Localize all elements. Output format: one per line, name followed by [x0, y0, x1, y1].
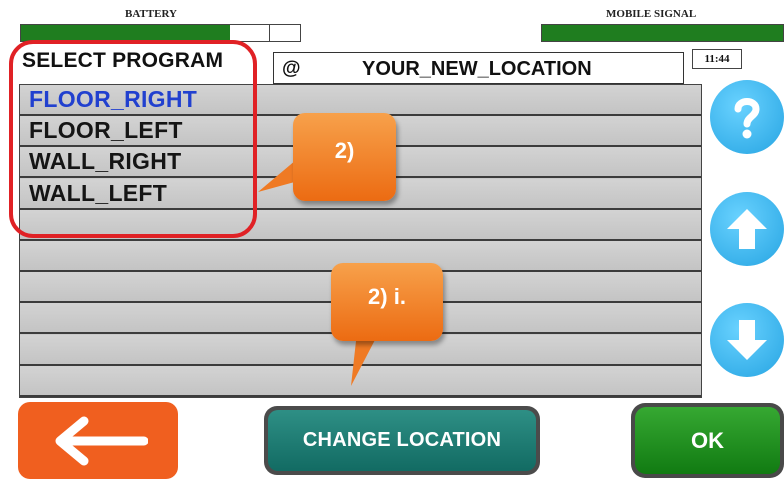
back-button[interactable]	[18, 402, 178, 479]
location-display: @ YOUR_NEW_LOCATION	[273, 52, 684, 84]
program-list-row[interactable]	[20, 365, 701, 397]
program-list-row[interactable]: FLOOR_RIGHT	[20, 85, 701, 116]
mobile-signal-indicator	[541, 24, 784, 42]
help-button[interactable]	[710, 80, 784, 154]
location-prefix: @	[282, 58, 301, 79]
mobile-signal-level-fill	[542, 25, 783, 41]
program-label: FLOOR_RIGHT	[29, 86, 198, 112]
change-location-button[interactable]: CHANGE LOCATION	[264, 406, 540, 475]
location-name: YOUR_NEW_LOCATION	[362, 58, 592, 80]
battery-divider	[269, 25, 270, 41]
ok-button[interactable]: OK	[631, 403, 784, 478]
callout-step-2: 2)	[293, 113, 396, 201]
change-location-label: CHANGE LOCATION	[268, 410, 536, 471]
question-icon	[734, 98, 760, 139]
program-list-row[interactable]	[20, 209, 701, 241]
mobile-signal-label: MOBILE SIGNAL	[606, 8, 697, 20]
battery-indicator	[20, 24, 301, 42]
battery-label: BATTERY	[125, 8, 177, 20]
battery-level-fill	[21, 25, 231, 41]
page-title: SELECT PROGRAM	[22, 49, 224, 72]
arrow-left-icon	[55, 416, 148, 466]
arrow-up-icon	[727, 209, 767, 249]
clock-display: 11:44	[692, 49, 742, 69]
scroll-down-button[interactable]	[710, 303, 784, 377]
program-label: FLOOR_LEFT	[29, 117, 183, 144]
ok-label: OK	[635, 407, 780, 474]
callout-step-2-i: 2) i.	[331, 263, 443, 341]
program-label: WALL_RIGHT	[29, 148, 182, 175]
program-label: WALL_LEFT	[29, 179, 168, 206]
scroll-up-button[interactable]	[710, 192, 784, 266]
arrow-down-icon	[727, 320, 767, 360]
